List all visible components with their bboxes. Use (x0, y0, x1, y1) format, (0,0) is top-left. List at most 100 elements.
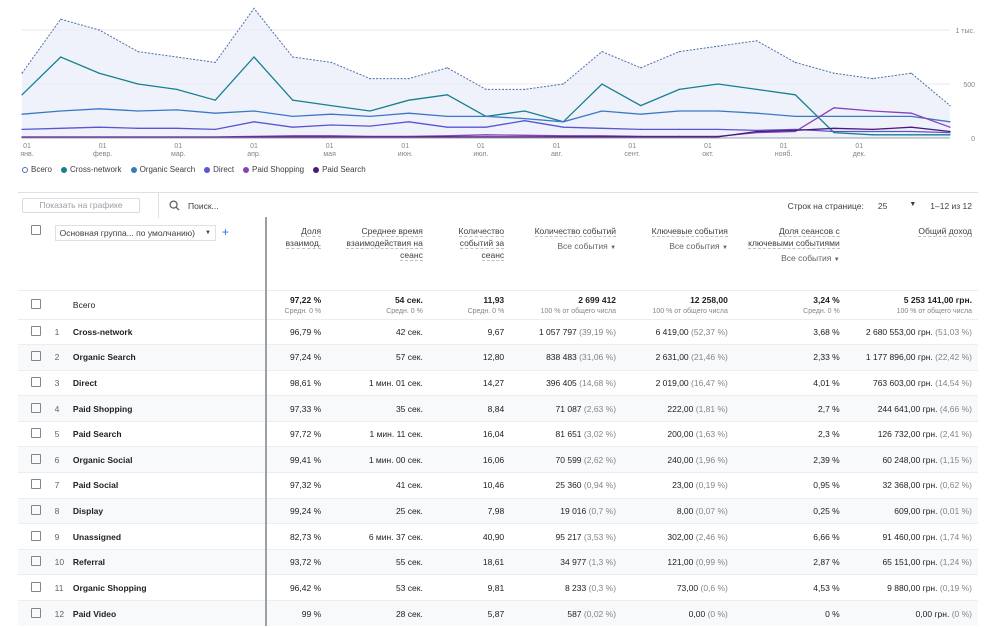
column-header[interactable]: Количество событий Все события ▼ (510, 217, 622, 290)
engagement-rate: 96,42 % (266, 574, 328, 601)
row-checkbox[interactable] (31, 376, 42, 387)
event-filter-select[interactable]: Все события ▼ (628, 241, 728, 251)
column-header[interactable]: Общий доход (846, 217, 978, 290)
legend-item[interactable]: Cross-network (60, 165, 122, 174)
channel-name[interactable]: Paid Video (72, 600, 268, 627)
event-filter-select[interactable]: Все события ▼ (516, 241, 616, 251)
channel-name[interactable]: Organic Search (72, 344, 268, 371)
value: 244 641,00 грн. (877, 403, 938, 414)
table-row[interactable]: 9 Unassigned 82,73 % 6 мин. 37 сек. 40,9… (18, 523, 978, 550)
value: 302,00 (667, 531, 694, 542)
column-header[interactable]: Количество событий за сеанс (429, 217, 510, 290)
event-filter-select[interactable]: Все события ▼ (740, 253, 840, 263)
column-title: Общий доход (918, 226, 972, 237)
legend-marker-icon (60, 166, 67, 173)
channel-name[interactable]: Organic Social (72, 446, 268, 473)
row-checkbox[interactable] (31, 453, 42, 464)
percent: (0,99 %) (695, 557, 728, 568)
select-all-checkbox[interactable] (31, 225, 42, 235)
search-input[interactable]: Поиск... (188, 201, 219, 211)
dimension-select[interactable]: Основная группа... по умолчанию) ▼ (54, 225, 216, 241)
legend-item[interactable]: Paid Search (313, 165, 366, 174)
row-checkbox[interactable] (31, 428, 42, 439)
row-checkbox[interactable] (31, 504, 42, 515)
table-row[interactable]: 11 Organic Shopping 96,42 % 53 сек. 9,81… (18, 574, 978, 601)
search-box[interactable]: Поиск... (158, 193, 219, 218)
table-row[interactable]: 3 Direct 98,61 % 1 мин. 01 сек. 14,27 39… (18, 369, 978, 396)
percent: (1,81 %) (695, 403, 728, 414)
data-point (524, 134, 526, 136)
data-point (408, 121, 410, 123)
channel-name[interactable]: Direct (72, 369, 268, 396)
event-count: 1 057 797 (39,19 %) (510, 318, 623, 345)
channel-name[interactable]: Paid Social (72, 472, 268, 499)
table-row[interactable]: 8 Display 99,24 % 25 сек. 7,98 19 016 (0… (18, 497, 978, 524)
column-header[interactable]: Доля сеансов с ключевыми событиями Все со… (734, 217, 846, 290)
events-per-session: 40,90 (428, 523, 511, 550)
value: 763 603,00 грн. (872, 377, 933, 388)
table-row[interactable]: 1 Cross-network 96,79 % 42 сек. 9,67 1 0… (18, 318, 978, 345)
row-checkbox[interactable] (31, 479, 42, 490)
data-point (98, 126, 100, 128)
row-checkbox[interactable] (31, 351, 42, 362)
data-point (176, 56, 178, 58)
value: 25 360 (555, 480, 582, 491)
row-checkbox[interactable] (31, 607, 42, 618)
channel-name[interactable]: Cross-network (72, 318, 268, 345)
row-checkbox[interactable] (31, 298, 42, 309)
table-row[interactable]: 2 Organic Search 97,24 % 57 сек. 12,80 8… (18, 344, 978, 371)
data-point (60, 110, 62, 112)
value: 65 151,00 грн. (882, 557, 938, 568)
legend-marker-icon (313, 166, 320, 173)
table-row[interactable]: 5 Paid Search 97,72 % 1 мин. 11 сек. 16,… (18, 420, 978, 447)
channel-name[interactable]: Referral (72, 548, 268, 575)
column-header[interactable]: Доля взаимод. (266, 217, 327, 290)
channel-name[interactable]: Unassigned (72, 523, 268, 550)
legend-item[interactable]: Direct (204, 165, 234, 174)
column-header[interactable]: Ключевые события Все события ▼ (622, 217, 734, 290)
channel-name[interactable]: Paid Search (72, 420, 268, 447)
data-point (678, 51, 680, 53)
table-row[interactable]: 10 Referral 93,72 % 55 сек. 18,61 34 977… (18, 548, 978, 575)
x-tick-day: 01 (855, 143, 863, 150)
rows-per-page-select[interactable]: 25 ▼ (878, 201, 916, 211)
row-checkbox[interactable] (31, 581, 42, 592)
table-row[interactable]: 7 Paid Social 97,32 % 41 сек. 10,46 25 3… (18, 472, 978, 499)
row-checkbox[interactable] (31, 325, 42, 336)
table-row[interactable]: 4 Paid Shopping 97,33 % 35 сек. 8,84 71 … (18, 395, 978, 422)
percent: (31,06 %) (579, 352, 617, 363)
event-count: 25 360 (0,94 %) (510, 472, 623, 499)
row-checkbox[interactable] (31, 530, 42, 541)
data-point (524, 88, 526, 90)
row-checkbox[interactable] (31, 556, 42, 567)
column-header[interactable]: Среднее время взаимодействия на сеанс (327, 217, 429, 290)
session-key-event-rate: 4,01 % (733, 369, 846, 396)
x-tick-day: 01 (477, 143, 485, 150)
channel-name[interactable]: Display (72, 497, 268, 524)
percent: (2,62 %) (583, 454, 617, 465)
value: 8,00 (676, 505, 694, 516)
legend-item[interactable]: Всего (22, 165, 52, 174)
add-dimension-button[interactable]: + (222, 225, 229, 239)
value: 81 651 (555, 429, 582, 440)
legend-item[interactable]: Organic Search (130, 165, 195, 174)
row-checkbox[interactable] (31, 402, 42, 413)
data-point (137, 110, 139, 112)
legend-item[interactable]: Paid Shopping (243, 165, 304, 174)
x-tick-day: 01 (250, 143, 258, 150)
percent: (14,54 %) (935, 377, 972, 388)
engagement-rate: 99 % (266, 600, 328, 627)
table-row[interactable]: 6 Organic Social 99,41 % 1 мин. 00 сек. … (18, 446, 978, 473)
data-point (485, 115, 487, 117)
data-point (292, 126, 294, 128)
show-on-chart-button[interactable]: Показать на графике (22, 197, 140, 213)
data-point (176, 109, 178, 111)
page-range: 1–12 из 12 (930, 200, 972, 211)
data-point (794, 130, 796, 133)
total-revenue: 32 368,00 грн. (0,62 %) (845, 472, 978, 499)
channel-name[interactable]: Organic Shopping (72, 574, 268, 601)
events-per-session: 8,84 (428, 395, 511, 422)
channel-name[interactable]: Paid Shopping (72, 395, 268, 422)
total-value: 5 253 141,00 грн. (903, 294, 972, 305)
table-row[interactable]: 12 Paid Video 99 % 28 сек. 5,87 587 (0,0… (18, 600, 978, 627)
